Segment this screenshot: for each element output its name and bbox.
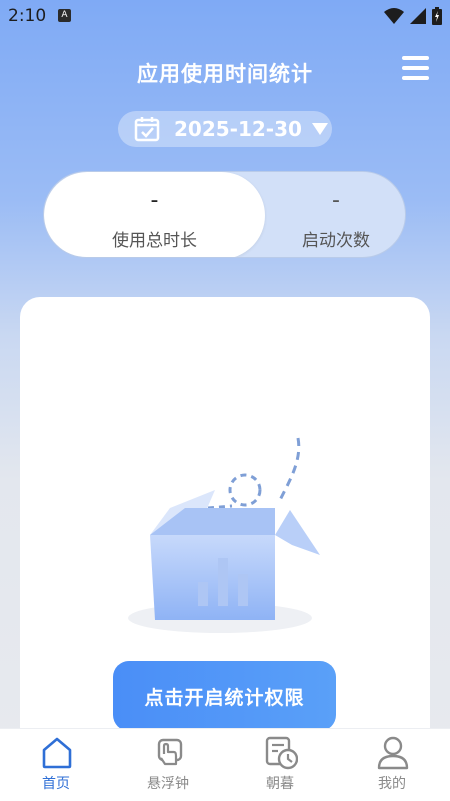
- tab-home[interactable]: 首页: [0, 729, 112, 801]
- total-duration-value: -: [150, 188, 159, 213]
- selected-date: 2025-12-30: [174, 117, 302, 141]
- menu-icon-bar: [402, 76, 429, 80]
- menu-icon-bar: [402, 56, 429, 60]
- tab-dawn-dusk-label: 朝暮: [266, 776, 294, 792]
- tab-total-duration[interactable]: - 使用总时长: [44, 172, 265, 257]
- empty-box-illustration: [128, 437, 320, 633]
- signal-icon: [410, 8, 426, 24]
- user-icon: [377, 736, 409, 770]
- dropdown-triangle-icon: [311, 123, 328, 135]
- floating-clock-icon: [157, 738, 183, 766]
- date-selector[interactable]: 2025-12-30: [118, 111, 332, 147]
- notification-icon: A: [58, 9, 71, 22]
- tab-floating-clock[interactable]: 悬浮钟: [112, 729, 224, 801]
- launch-count-label: 启动次数: [302, 231, 370, 251]
- calendar-clock-icon: [265, 736, 298, 770]
- tab-launch-count[interactable]: - 启动次数: [265, 172, 405, 257]
- home-icon: [42, 737, 72, 769]
- calendar-check-icon: [134, 117, 160, 142]
- page-title: 应用使用时间统计: [137, 62, 313, 86]
- tab-floating-clock-label: 悬浮钟: [147, 776, 189, 792]
- battery-icon: [432, 7, 442, 25]
- total-duration-label: 使用总时长: [112, 231, 197, 251]
- status-bar: 2:10 A: [0, 0, 450, 32]
- launch-count-value: -: [332, 188, 340, 213]
- tab-profile-label: 我的: [378, 776, 406, 792]
- status-time: 2:10: [8, 6, 47, 26]
- tab-home-label: 首页: [42, 776, 70, 792]
- app-header: 应用使用时间统计: [0, 52, 450, 92]
- stats-mode-toggle: - 使用总时长 - 启动次数: [43, 171, 406, 258]
- enable-permission-button[interactable]: 点击开启统计权限: [113, 661, 336, 731]
- system-icons: [384, 7, 442, 25]
- menu-icon-bar: [402, 66, 429, 70]
- wifi-icon: [384, 8, 404, 24]
- tab-profile[interactable]: 我的: [336, 729, 448, 801]
- bottom-tab-bar: 首页 悬浮钟 朝暮 我的: [0, 728, 450, 801]
- tab-dawn-dusk[interactable]: 朝暮: [224, 729, 336, 801]
- menu-button[interactable]: [402, 54, 432, 82]
